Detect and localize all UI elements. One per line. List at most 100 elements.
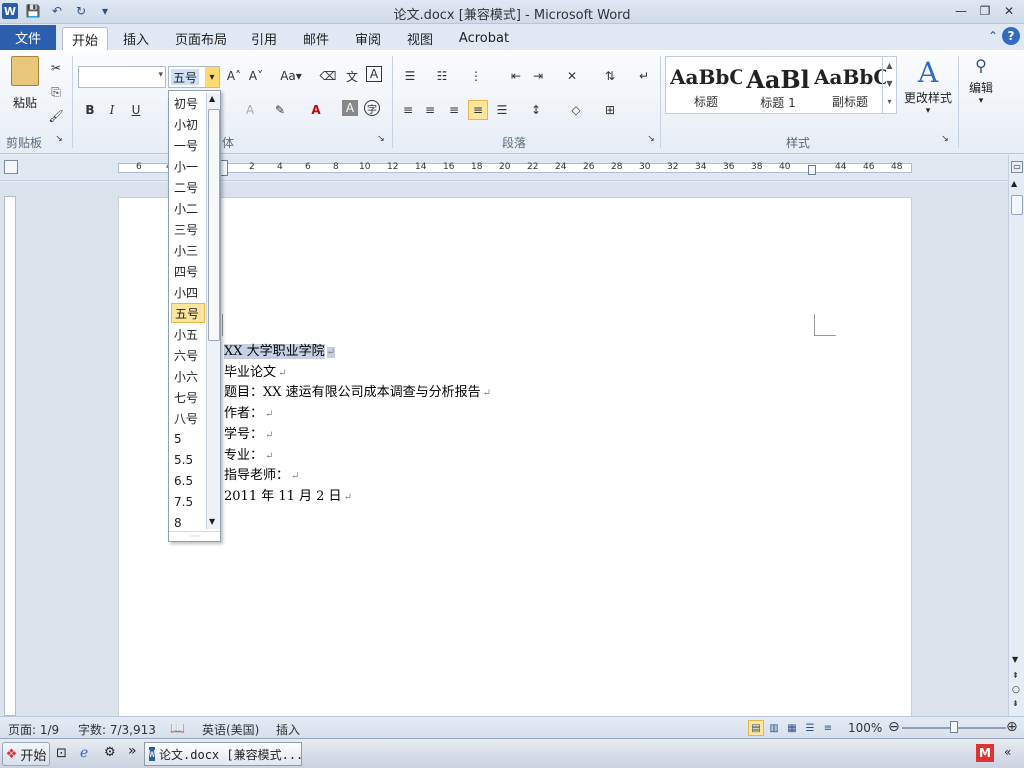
highlight-icon[interactable]: ✎ xyxy=(270,100,290,120)
justify-icon[interactable]: ≡ xyxy=(468,100,488,120)
tab-home[interactable]: 开始 xyxy=(62,27,108,50)
tab-page-layout[interactable]: 页面布局 xyxy=(170,27,232,50)
phonetic-guide-icon[interactable]: 文 xyxy=(342,66,362,86)
bullets-icon[interactable]: ☰ xyxy=(400,66,420,86)
italic-icon[interactable]: I xyxy=(102,100,122,120)
vertical-scrollbar[interactable]: ▭ ▲ ▼ ⇞ ○ ⇟ xyxy=(1008,155,1024,716)
page-count[interactable]: 页面: 1/9 xyxy=(8,721,59,738)
ruler-toggle-icon[interactable]: ▭ xyxy=(1011,161,1023,173)
font-color-icon[interactable]: A xyxy=(306,100,326,120)
cut-icon[interactable]: ✂ xyxy=(46,58,66,78)
scroll-down-icon[interactable]: ▼ xyxy=(209,517,215,526)
tab-review[interactable]: 审阅 xyxy=(348,27,388,50)
character-shading-icon[interactable]: A xyxy=(342,100,358,116)
font-size-option[interactable]: 小初 xyxy=(171,114,205,134)
doc-line[interactable]: 毕业论文 ↵ xyxy=(224,361,286,380)
indent-marker[interactable] xyxy=(220,160,228,176)
align-right-icon[interactable]: ≡ xyxy=(444,100,464,120)
tab-view[interactable]: 视图 xyxy=(400,27,440,50)
distributed-icon[interactable]: ☰ xyxy=(492,100,512,120)
line-spacing-icon[interactable]: ↕ xyxy=(526,100,546,120)
text-effects-icon[interactable]: A xyxy=(240,100,260,120)
font-size-combobox[interactable]: 五号 ▾ xyxy=(168,66,220,88)
font-size-option[interactable]: 小三 xyxy=(171,240,205,260)
editing-button[interactable]: ⚲ 编辑 ▾ xyxy=(964,56,998,126)
grow-font-icon[interactable]: A˄ xyxy=(224,66,244,86)
proofing-icon[interactable]: 📖 xyxy=(170,721,185,735)
font-size-option[interactable]: 小二 xyxy=(171,198,205,218)
ruler-bar[interactable] xyxy=(118,163,912,173)
zoom-out-icon[interactable]: ⊖ xyxy=(888,719,900,735)
font-size-option[interactable]: 三号 xyxy=(171,219,205,239)
more-icon[interactable]: » xyxy=(128,743,137,759)
font-size-option[interactable]: 四号 xyxy=(171,261,205,281)
dropdown-scrollbar[interactable]: ▲ ▼ xyxy=(206,93,220,529)
insert-mode[interactable]: 插入 xyxy=(276,721,300,738)
font-size-option-selected[interactable]: 五号 xyxy=(171,303,205,323)
enclose-character-icon[interactable]: 字 xyxy=(364,100,380,116)
doc-line[interactable]: 学号： ↵ xyxy=(224,423,273,442)
font-size-option[interactable]: 8 xyxy=(171,513,205,533)
font-size-option[interactable]: 初号 xyxy=(171,93,205,113)
close-icon[interactable]: ✕ xyxy=(998,2,1020,20)
shrink-font-icon[interactable]: A˅ xyxy=(246,66,266,86)
outline-view-icon[interactable]: ☰ xyxy=(802,720,818,736)
style-title[interactable]: AaBbC 标题 xyxy=(670,65,742,111)
resize-grip-icon[interactable]: ···· xyxy=(169,531,220,541)
paragraph-launcher-icon[interactable]: ↘ xyxy=(644,132,658,146)
tray-app-icon[interactable]: M xyxy=(976,744,994,762)
font-size-option[interactable]: 二号 xyxy=(171,177,205,197)
doc-line[interactable]: 作者： ↵ xyxy=(224,402,273,421)
font-size-option[interactable]: 小一 xyxy=(171,156,205,176)
paste-button[interactable]: 粘贴 xyxy=(8,56,42,114)
dropdown-scroll-thumb[interactable] xyxy=(208,109,220,341)
scroll-up-icon[interactable]: ▲ xyxy=(1011,179,1017,188)
scroll-down-icon[interactable]: ▼ xyxy=(1012,655,1018,664)
bold-icon[interactable]: B xyxy=(80,100,100,120)
change-case-icon[interactable]: Aa▾ xyxy=(278,66,304,86)
clear-format-icon[interactable]: ⌫ xyxy=(318,66,338,86)
font-size-option[interactable]: 6.5 xyxy=(171,471,205,491)
tab-selector-icon[interactable] xyxy=(4,160,18,174)
zoom-in-icon[interactable]: ⊕ xyxy=(1006,719,1018,735)
zoom-level[interactable]: 100% xyxy=(848,721,882,735)
underline-icon[interactable]: U xyxy=(126,100,146,120)
font-size-option[interactable]: 小四 xyxy=(171,282,205,302)
tab-file[interactable]: 文件 xyxy=(0,25,56,50)
right-indent-marker[interactable] xyxy=(808,165,816,175)
doc-line[interactable]: 2011 年 11 月 2 日 ↵ xyxy=(224,485,352,504)
clipboard-launcher-icon[interactable]: ↘ xyxy=(52,132,66,146)
browser-icon[interactable]: ℯ xyxy=(80,745,88,761)
change-styles-button[interactable]: A 更改样式 ▾ xyxy=(902,56,954,126)
chevron-down-icon[interactable]: ▾ xyxy=(158,70,163,80)
character-border-icon[interactable]: A xyxy=(366,66,382,82)
numbering-icon[interactable]: ☷ xyxy=(432,66,452,86)
doc-line[interactable]: 专业： ↵ xyxy=(224,444,273,463)
scroll-up-icon[interactable]: ▲ xyxy=(209,94,215,103)
align-center-icon[interactable]: ≡ xyxy=(420,100,440,120)
font-size-option[interactable]: 小五 xyxy=(171,324,205,344)
tab-mailings[interactable]: 邮件 xyxy=(296,27,336,50)
print-layout-view-icon[interactable]: ▤ xyxy=(748,720,764,736)
sort-icon[interactable]: ⇅ xyxy=(600,66,620,86)
font-size-option[interactable]: 小六 xyxy=(171,366,205,386)
font-size-dropdown-icon[interactable]: ▾ xyxy=(205,67,219,87)
full-screen-reading-icon[interactable]: ▥ xyxy=(766,720,782,736)
doc-line[interactable]: XX 大学职业学院 ↵ xyxy=(224,340,336,359)
word-count[interactable]: 字数: 7/3,913 xyxy=(78,721,156,738)
browse-object-icon[interactable]: ○ xyxy=(1012,685,1020,695)
draft-view-icon[interactable]: ≡ xyxy=(820,720,836,736)
font-size-option[interactable]: 一号 xyxy=(171,135,205,155)
help-icon[interactable]: ? xyxy=(1002,27,1020,45)
decrease-indent-icon[interactable]: ⇤ xyxy=(506,66,526,86)
taskbar-word-item[interactable]: W 论文.docx [兼容模式... xyxy=(144,742,302,766)
language-indicator[interactable]: 英语(美国) xyxy=(202,721,259,738)
tab-insert[interactable]: 插入 xyxy=(116,27,156,50)
start-button[interactable]: ❖ 开始 xyxy=(2,742,50,766)
multilevel-list-icon[interactable]: ⋮ xyxy=(466,66,486,86)
format-painter-icon[interactable]: 🖌 xyxy=(46,106,66,126)
prev-page-icon[interactable]: ⇞ xyxy=(1012,671,1019,680)
tray-expand-icon[interactable]: « xyxy=(1004,745,1011,759)
style-heading-1[interactable]: AaBl 标题 1 xyxy=(742,65,814,111)
copy-icon[interactable]: ⎘ xyxy=(46,82,66,102)
